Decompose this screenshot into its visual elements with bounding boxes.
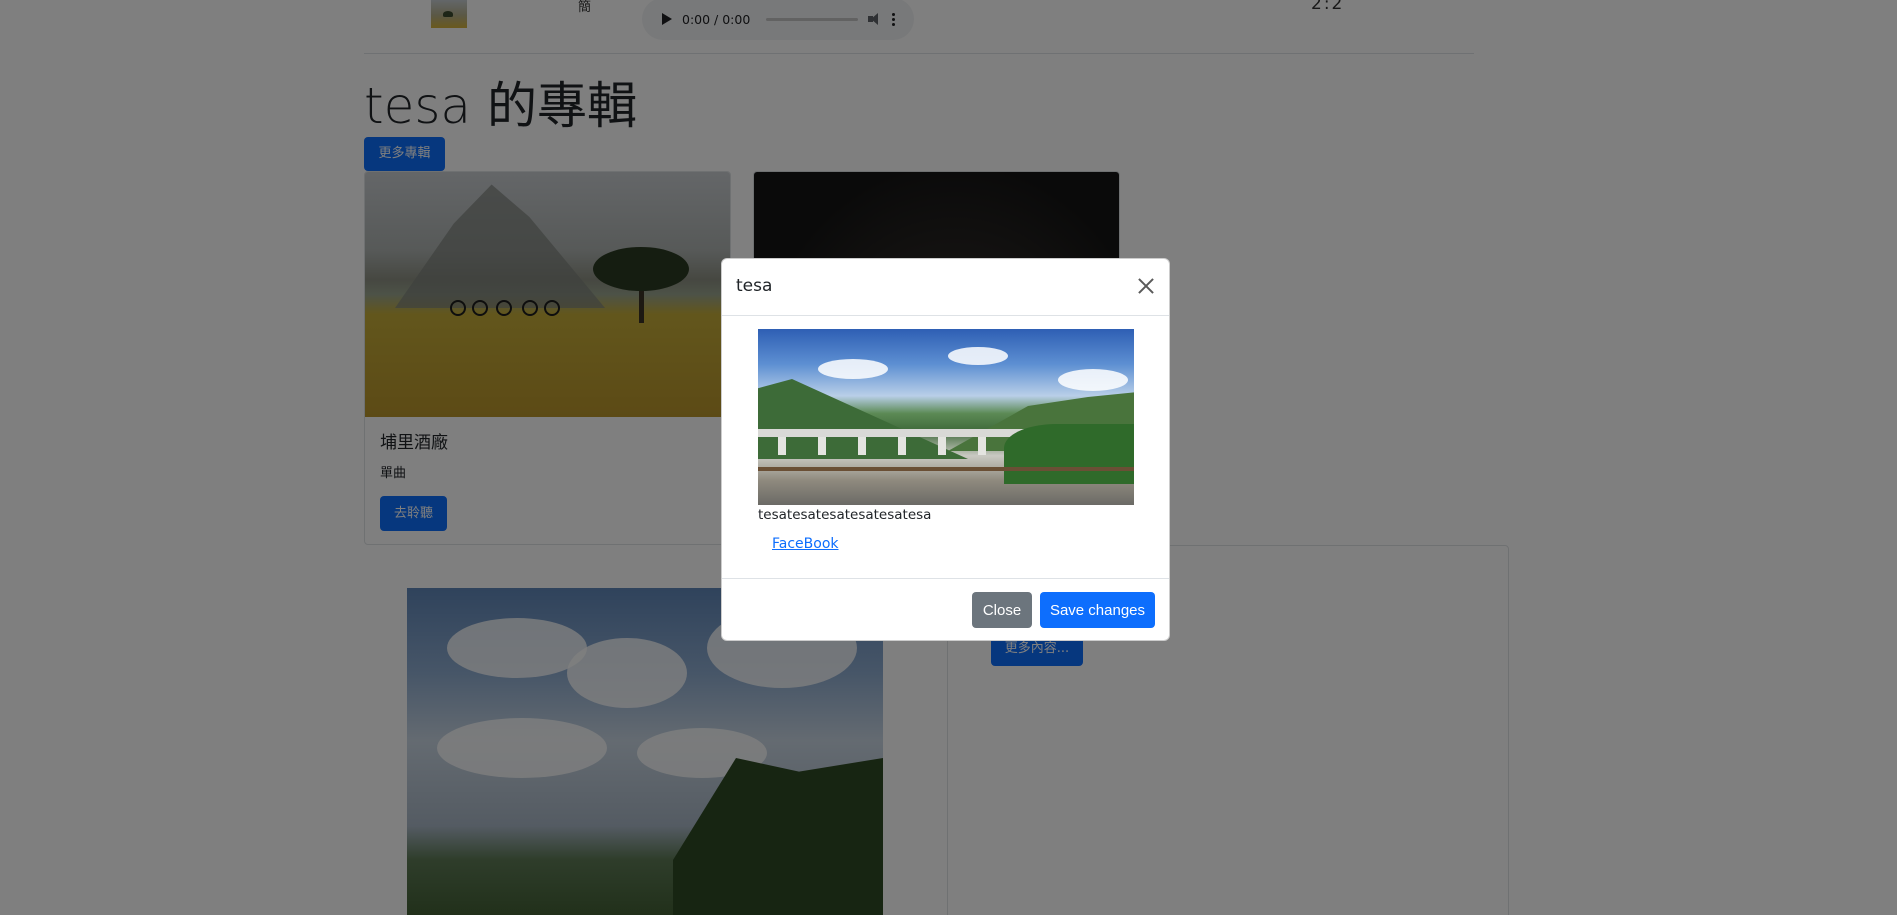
save-changes-button[interactable]: Save changes <box>1040 592 1155 628</box>
page: 簡 0:00 / 0:00 2:2 tesa 的專輯 更多專輯 埔里酒廠 單曲 … <box>0 0 1897 915</box>
close-icon[interactable] <box>1135 275 1157 297</box>
modal-title: tesa <box>736 276 773 296</box>
modal-dialog: tesa tesatesatesatesatesatesa FaceBook C… <box>721 258 1170 641</box>
modal-body-text: tesatesatesatesatesatesa <box>758 507 932 523</box>
modal-header: tesa <box>722 259 1169 316</box>
close-button[interactable]: Close <box>972 592 1032 628</box>
modal-footer: Close Save changes <box>722 578 1169 640</box>
modal-image <box>758 329 1134 505</box>
facebook-link[interactable]: FaceBook <box>772 536 839 552</box>
